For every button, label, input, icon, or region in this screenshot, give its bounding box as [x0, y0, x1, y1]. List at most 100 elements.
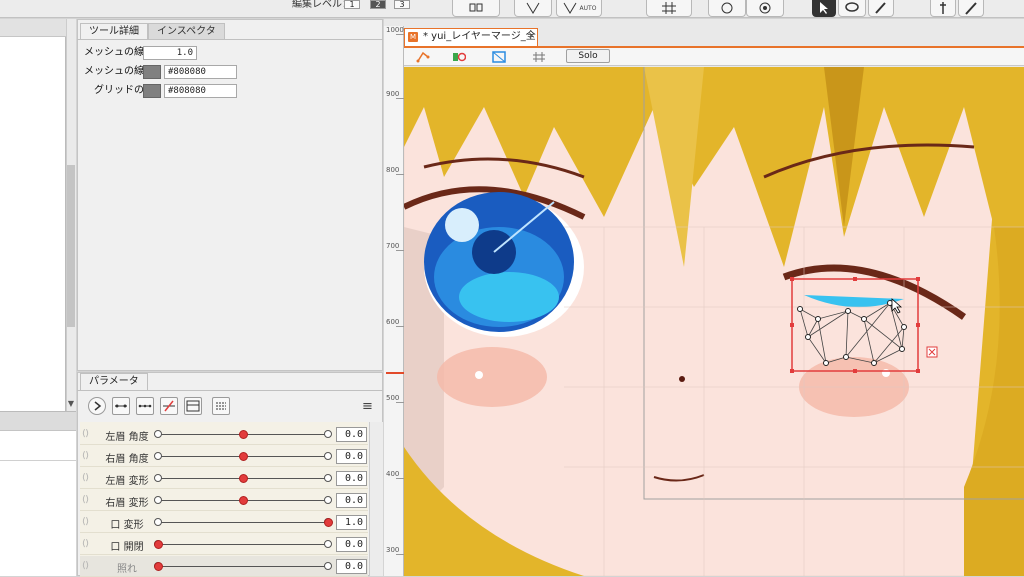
right-blush-sparkle	[882, 369, 890, 377]
mesh-line-color-field[interactable]: #808080	[164, 65, 237, 79]
parameter-value-field[interactable]: 0.0	[336, 427, 367, 442]
left-eye-highlight	[445, 208, 479, 242]
ruler-label: 700	[386, 242, 400, 250]
left-bottom-header	[0, 411, 76, 431]
pen-button[interactable]	[930, 0, 956, 17]
view-color-button[interactable]	[450, 49, 468, 64]
solo-button[interactable]: Solo	[566, 49, 610, 63]
lasso-icon	[845, 2, 859, 12]
ruler-position-marker	[386, 372, 404, 374]
param-tab-divider	[77, 390, 383, 391]
parameter-value-field[interactable]: 0.0	[336, 537, 367, 552]
slider-min-end	[154, 518, 162, 526]
link-icon[interactable]: ⟨⟩	[82, 429, 89, 439]
edit-level-3-button[interactable]: 3	[394, 0, 410, 9]
tab-tool-details[interactable]: ツール詳細	[80, 23, 148, 40]
ruler-label: 800	[386, 166, 400, 174]
grid-mesh-button[interactable]	[646, 0, 692, 17]
lasso-button[interactable]	[838, 0, 866, 17]
link-icon[interactable]: ⟨⟩	[82, 539, 89, 549]
param-settings-button[interactable]	[184, 397, 202, 415]
rotate-tool-icon	[721, 2, 733, 14]
parameter-value-field[interactable]: 1.0	[336, 515, 367, 530]
parameter-slider-knob[interactable]	[154, 562, 163, 571]
view-deformer-button[interactable]	[414, 49, 432, 64]
grid-color-field[interactable]: #808080	[164, 84, 237, 98]
document-tab[interactable]: * yui_レイヤーマージ_全	[404, 28, 538, 46]
grid-mesh-icon	[662, 2, 676, 14]
brush-tool-icon	[875, 2, 886, 14]
hamburger-menu-icon[interactable]: ≡	[362, 399, 373, 414]
parameter-row[interactable]: ⟨⟩ 口 開閉 0.0	[80, 534, 368, 555]
parameter-row[interactable]: ⟨⟩ 左眉 角度 0.0	[80, 424, 368, 445]
ruler-label: 300	[386, 546, 400, 554]
param-group-button[interactable]	[212, 397, 230, 415]
nose	[679, 376, 685, 382]
ink-pen-button[interactable]	[958, 0, 984, 17]
edit-level-label: 編集レベル：	[292, 0, 352, 10]
link-icon[interactable]: ⟨⟩	[82, 517, 89, 527]
view-mesh-button[interactable]	[490, 49, 508, 64]
parameter-slider-track[interactable]	[158, 544, 328, 545]
slider-min-end	[154, 496, 162, 504]
parameter-name: 左眉 角度	[105, 432, 149, 443]
tab-parameters[interactable]: パラメータ	[80, 373, 148, 390]
parameter-slider-knob[interactable]	[239, 452, 248, 461]
rotate-tool-button[interactable]	[708, 0, 746, 17]
add-key-button[interactable]	[112, 397, 130, 415]
model-file-icon: M	[408, 32, 418, 42]
parameter-slider-knob[interactable]	[239, 496, 248, 505]
ruler-tick	[396, 250, 404, 251]
delete-key-button[interactable]	[160, 397, 178, 415]
parameter-name: 口 開閉	[110, 542, 144, 553]
parameter-slider-track[interactable]	[158, 522, 328, 523]
parameter-slider-knob[interactable]	[324, 518, 333, 527]
parameter-row[interactable]: ⟨⟩ 口 変形 1.0	[80, 512, 368, 533]
add-three-keys-button[interactable]	[136, 397, 154, 415]
parameter-list-scrollbar[interactable]	[369, 422, 383, 576]
mesh-line-color-swatch[interactable]	[143, 65, 161, 79]
parameter-name: 右眉 角度	[105, 454, 149, 465]
grid-color-swatch[interactable]	[143, 84, 161, 98]
link-icon[interactable]: ⟨⟩	[82, 473, 89, 483]
mesh-line-width-field[interactable]: 1.0	[143, 46, 197, 60]
arrow-select-button[interactable]	[812, 0, 836, 17]
parameter-row[interactable]: ⟨⟩ 照れ 0.0	[80, 556, 368, 577]
auto-label: AUTO	[579, 4, 597, 12]
tab-inspector[interactable]: インスペクタ	[148, 23, 225, 40]
link-icon[interactable]: ⟨⟩	[82, 451, 89, 461]
deformer-tool-button[interactable]	[452, 0, 500, 17]
view-grid-button[interactable]	[530, 49, 548, 64]
slider-min-end	[154, 452, 162, 460]
deformer-icon	[469, 3, 483, 12]
parameter-value-field[interactable]: 0.0	[336, 493, 367, 508]
slider-max-end	[324, 562, 332, 570]
parameter-value-field[interactable]: 0.0	[336, 559, 367, 574]
canvas-artwork[interactable]	[404, 67, 1024, 576]
edit-level-2-button[interactable]: 2	[370, 0, 386, 9]
vertical-ruler	[384, 26, 404, 576]
parameter-row[interactable]: ⟨⟩ 右眉 変形 0.0	[80, 490, 368, 511]
mesh-edit-button[interactable]	[514, 0, 552, 17]
param-play-button[interactable]	[88, 397, 106, 415]
brush-tool-button[interactable]	[868, 0, 894, 17]
parameter-slider-knob[interactable]	[154, 540, 163, 549]
parameter-slider-track[interactable]	[158, 566, 328, 567]
edit-level-1-button[interactable]: 1	[344, 0, 360, 9]
link-icon[interactable]: ⟨⟩	[82, 561, 89, 571]
left-panel-scroll-thumb[interactable]	[67, 165, 75, 327]
parameter-slider-knob[interactable]	[239, 430, 248, 439]
auto-mesh-button[interactable]: AUTO	[556, 0, 602, 17]
link-icon[interactable]: ⟨⟩	[82, 495, 89, 505]
scroll-down-icon[interactable]: ▼	[66, 399, 76, 411]
parameter-value-field[interactable]: 0.0	[336, 449, 367, 464]
left-iris-glow	[459, 272, 559, 322]
close-tab-button[interactable]: ×	[528, 31, 536, 41]
parameter-row[interactable]: ⟨⟩ 左眉 変形 0.0	[80, 468, 368, 489]
parameter-row[interactable]: ⟨⟩ 右眉 角度 0.0	[80, 446, 368, 467]
parameter-value-field[interactable]: 0.0	[336, 471, 367, 486]
transform-tool-button[interactable]	[746, 0, 784, 17]
slider-max-end	[324, 452, 332, 460]
parameter-slider-knob[interactable]	[239, 474, 248, 483]
slider-max-end	[324, 430, 332, 438]
